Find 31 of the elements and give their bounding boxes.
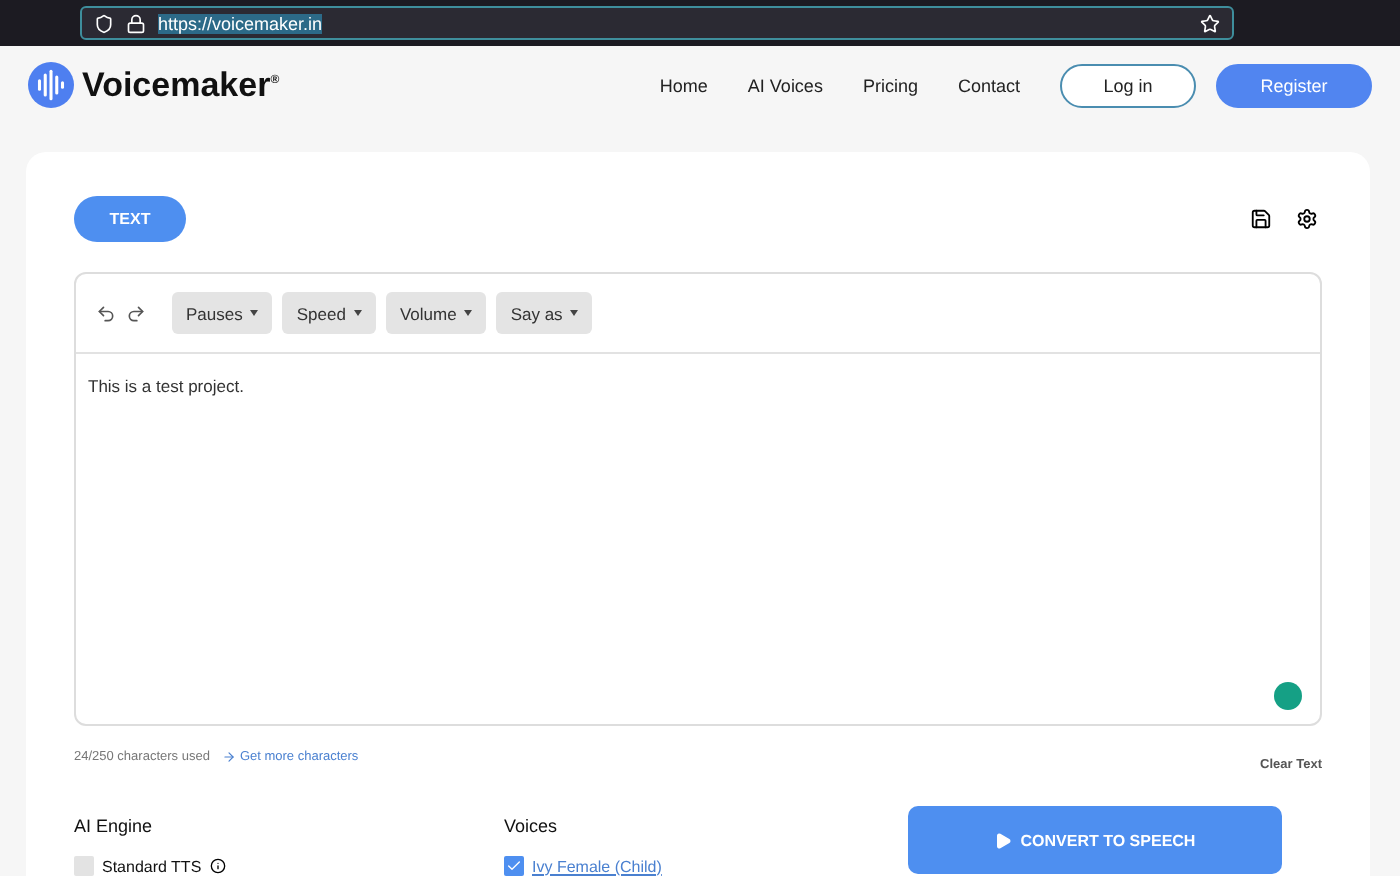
dropdown-button[interactable]: Pauses [172,292,273,334]
dropdown-button[interactable]: Speed [282,292,376,334]
section-title: Voices [504,816,560,836]
nav-link[interactable]: AI Voices [747,75,823,96]
undo-icon[interactable] [96,303,116,323]
lock-icon [126,13,146,34]
option-label: Ivy Female (Child) [532,857,662,875]
arrow-icon [221,750,236,764]
section-title: AI Engine [74,816,155,836]
info-icon[interactable] [209,858,226,874]
settings-icon[interactable] [1296,208,1318,230]
checkbox[interactable] [504,856,524,876]
dropdown-button[interactable]: Say as [496,292,593,334]
logo-icon [28,62,74,109]
star-icon[interactable] [1200,13,1220,34]
dropdown-button[interactable]: Volume [385,292,487,334]
login-button[interactable]: Log in [1060,63,1196,108]
address-bar[interactable]: https://voicemaker.in [80,6,1234,41]
save-icon[interactable] [1250,208,1272,230]
nav-link[interactable]: Pricing [862,75,918,96]
play-icon [994,831,1013,849]
option-label: Standard TTS [102,857,202,875]
brand-name[interactable]: Voicemaker$^{®}$ [82,65,280,106]
nav-link[interactable]: Home [659,75,708,96]
checkbox[interactable] [74,856,94,876]
url-text: https://voicemaker.in [158,13,323,34]
shield-icon [94,13,114,34]
redo-icon[interactable] [126,303,146,323]
register-button[interactable]: Register [1216,63,1372,108]
text-editor[interactable]: Pauses Speed Volume Say as This is a test project. [74,272,1322,726]
nav-link[interactable]: Contact [957,75,1020,96]
